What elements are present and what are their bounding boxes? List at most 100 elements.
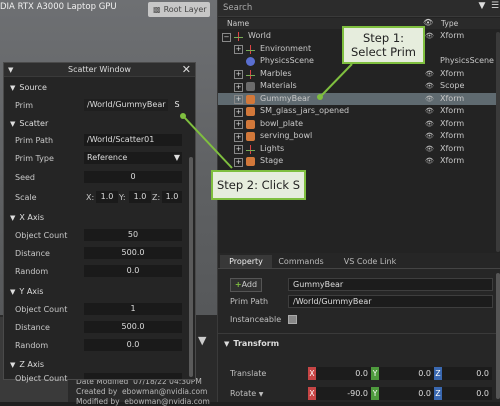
rotate-x-field[interactable]: -90.0: [316, 387, 371, 400]
expand-icon[interactable]: +: [234, 157, 243, 167]
visibility-eye-icon[interactable]: 👁: [425, 80, 434, 93]
mesh-icon: [246, 157, 255, 166]
stage-row-sm-glass-jars-opened[interactable]: + SM_glass_jars_opened 👁 Xform: [218, 105, 500, 118]
z-object-count-field[interactable]: [84, 373, 182, 379]
visibility-eye-icon[interactable]: 👁: [425, 93, 434, 106]
prim-name-field[interactable]: GummyBear: [288, 278, 493, 291]
scale-z-field[interactable]: 1.0: [162, 191, 182, 203]
viewport-renderer-info: DIA RTX A3000 Laptop GPU: [0, 2, 117, 12]
visibility-eye-icon[interactable]: 👁: [425, 130, 434, 143]
scale-z-tag: Z:: [152, 193, 161, 202]
collapse-icon[interactable]: −: [222, 32, 231, 42]
expand-icon[interactable]: +: [234, 132, 243, 142]
scale-y-field[interactable]: 1.0: [129, 191, 151, 203]
property-tabs: Property Commands VS Code Link: [218, 255, 500, 268]
translate-x-field[interactable]: 0.0: [316, 367, 371, 380]
expand-icon[interactable]: +: [234, 45, 243, 54]
add-button[interactable]: +Add: [230, 278, 262, 292]
visibility-eye-icon[interactable]: 👁: [425, 68, 434, 81]
rotate-z-field[interactable]: 0.0: [442, 387, 492, 400]
y-random-field[interactable]: 0.0: [84, 339, 182, 351]
filter-icon[interactable]: ▼: [476, 1, 488, 15]
y-axis-tag: Y: [371, 387, 379, 400]
x-axis-section-header[interactable]: ▼ X Axis: [10, 213, 44, 222]
x-object-count-label: Object Count: [15, 231, 68, 240]
property-scrollbar[interactable]: [496, 273, 500, 399]
stage-scrollbar[interactable]: [496, 32, 500, 252]
xform-icon: [246, 69, 255, 79]
source-prim-field[interactable]: /World/GummyBear: [84, 99, 168, 111]
x-distance-field[interactable]: 500.0: [84, 247, 182, 259]
stage-row-materials[interactable]: + Materials 👁 Scope: [218, 80, 500, 93]
tab-vs-code-link[interactable]: VS Code Link: [336, 255, 404, 268]
scatter-scrollbar[interactable]: [189, 157, 193, 377]
z-axis-tag: Z: [434, 387, 442, 400]
transform-section-header[interactable]: ▼ Transform: [224, 339, 279, 348]
x-distance-label: Distance: [15, 249, 50, 258]
expand-icon[interactable]: +: [234, 145, 243, 154]
scale-label: Scale: [15, 193, 37, 202]
prim-path-field[interactable]: /World/Scatter01: [84, 134, 182, 146]
root-layer-label: Root Layer: [163, 5, 207, 14]
visibility-eye-icon[interactable]: 👁: [425, 118, 434, 131]
tab-property[interactable]: Property: [220, 255, 272, 268]
window-menu-icon[interactable]: ▼: [8, 63, 13, 77]
s-button[interactable]: S: [171, 99, 183, 111]
stage-row-label: Lights: [260, 143, 285, 153]
rotate-label[interactable]: Rotate ▼: [230, 389, 263, 398]
mesh-icon: [246, 132, 255, 141]
stage-row-gummybear[interactable]: + GummyBear 👁 Xform: [218, 92, 500, 106]
y-random-label: Random: [15, 341, 49, 350]
visibility-eye-icon[interactable]: 👁: [425, 155, 434, 168]
expand-icon[interactable]: +: [234, 82, 243, 92]
x-random-label: Random: [15, 267, 49, 276]
prim-type-dropdown[interactable]: Reference ▼: [84, 152, 182, 164]
source-section-header[interactable]: ▼ Source: [10, 83, 47, 92]
stage-search-bar[interactable]: Search ▼ ☰: [218, 0, 500, 17]
stage-row-marbles[interactable]: + Marbles 👁 Xform: [218, 68, 500, 81]
visibility-eye-icon[interactable]: 👁: [425, 143, 434, 156]
seed-field[interactable]: 0: [84, 171, 182, 183]
rotate-y-field[interactable]: 0.0: [379, 387, 434, 400]
stage-row-serving-bowl[interactable]: + serving_bowl 👁 Xform: [218, 130, 500, 143]
prim-path-field[interactable]: /World/GummyBear: [288, 295, 493, 308]
filter-icon[interactable]: ▼: [198, 334, 206, 347]
stage-row-type: PhysicsScene: [440, 56, 494, 65]
visibility-eye-icon[interactable]: 👁: [425, 30, 434, 43]
visibility-eye-icon[interactable]: 👁: [425, 105, 434, 118]
expand-icon[interactable]: +: [234, 70, 243, 79]
type-column-header[interactable]: Type: [441, 19, 458, 28]
expand-icon[interactable]: +: [234, 107, 243, 117]
menu-icon[interactable]: ☰: [489, 1, 500, 15]
stage-row-bowl-plate[interactable]: + bowl_plate 👁 Xform: [218, 118, 500, 131]
expand-icon[interactable]: +: [234, 95, 243, 104]
tab-commands[interactable]: Commands: [276, 255, 326, 268]
collapse-arrow-icon: ▼: [10, 120, 16, 128]
search-input[interactable]: Search: [223, 3, 252, 13]
scatter-section-header[interactable]: ▼ Scatter: [10, 119, 48, 128]
z-object-count-label: Object Count: [15, 374, 68, 383]
stage-row-lights[interactable]: + Lights 👁 Xform: [218, 143, 500, 156]
y-object-count-field[interactable]: 1: [84, 303, 182, 315]
expand-icon[interactable]: +: [234, 120, 243, 129]
x-random-field[interactable]: 0.0: [84, 265, 182, 277]
z-axis-section-header[interactable]: ▼ Z Axis: [10, 360, 44, 369]
prim-type-label: Prim Type: [15, 154, 54, 163]
y-distance-field[interactable]: 500.0: [84, 321, 182, 333]
root-layer-button[interactable]: ▩ Root Layer: [148, 2, 210, 17]
stage-row-stage[interactable]: + Stage 👁 Xform: [218, 155, 500, 168]
scatter-window-title[interactable]: Scatter Window: [4, 63, 195, 77]
scatter-window: Scatter Window ▼ ✕ ▼ Source Prim /World/G…: [3, 62, 196, 383]
y-axis-section-header[interactable]: ▼ Y Axis: [10, 287, 43, 296]
translate-z-field[interactable]: 0.0: [442, 367, 492, 380]
name-column-header[interactable]: Name: [227, 19, 249, 28]
scale-x-field[interactable]: 1.0: [96, 191, 118, 203]
stage-row-label: SM_glass_jars_opened: [260, 106, 350, 115]
stage-row-type: Xform: [440, 106, 465, 115]
instanceable-checkbox[interactable]: [288, 315, 297, 324]
translate-y-field[interactable]: 0.0: [379, 367, 434, 380]
stage-row-type: Scope: [440, 81, 465, 90]
close-icon[interactable]: ✕: [182, 63, 191, 77]
x-object-count-field[interactable]: 50: [84, 229, 182, 241]
step1-callout: Step 1: Select Prim: [342, 26, 425, 64]
